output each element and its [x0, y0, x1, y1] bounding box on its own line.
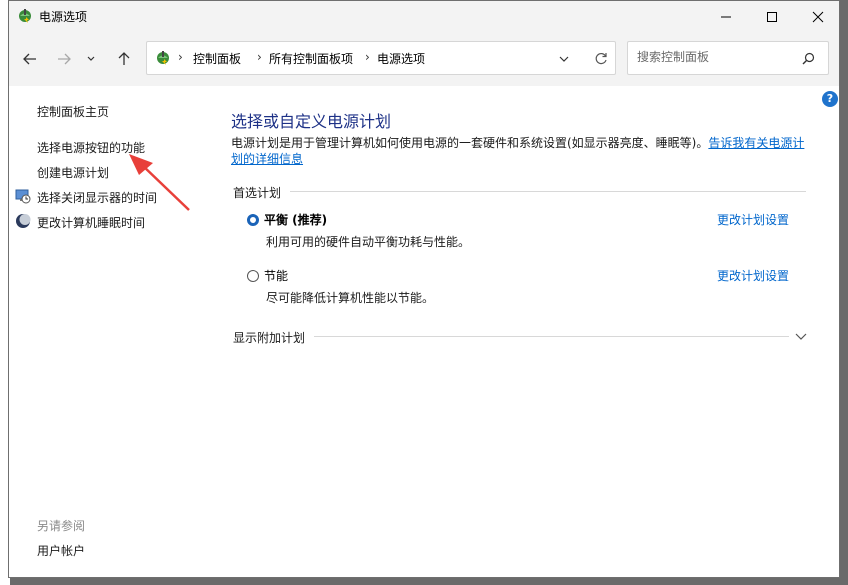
see-also-heading: 另请参阅 — [37, 517, 85, 534]
plan-balanced-radio[interactable] — [247, 214, 259, 226]
additional-plans-heading[interactable]: 显示附加计划 — [233, 329, 305, 346]
minimize-button[interactable] — [703, 1, 749, 32]
monitor-clock-icon — [15, 188, 31, 204]
breadcrumb-control-panel[interactable]: 控制面板 — [193, 50, 241, 67]
learn-more-link-continued[interactable]: 划的详细信息 — [231, 152, 303, 166]
page-description: 电源计划是用于管理计算机如何使用电源的一套硬件和系统设置(如显示器亮度、睡眠等)… — [231, 135, 811, 167]
window-title: 电源选项 — [39, 8, 87, 25]
breadcrumb-all-items[interactable]: 所有控制面板项 — [269, 50, 353, 67]
title-bar: 电源选项 — [9, 1, 839, 32]
see-also-user-accounts[interactable]: 用户帐户 — [37, 542, 85, 559]
arrow-left-icon — [22, 51, 38, 67]
up-button[interactable] — [110, 45, 138, 73]
page-title: 选择或自定义电源计划 — [231, 108, 391, 132]
close-button[interactable] — [795, 1, 840, 32]
search-box[interactable] — [627, 41, 829, 75]
navigation-bar: › 控制面板 › 所有控制面板项 › 电源选项 — [9, 32, 839, 86]
moon-icon — [15, 213, 31, 229]
search-input[interactable] — [637, 50, 797, 64]
sidebar-link-create-plan[interactable]: 创建电源计划 — [37, 164, 109, 181]
breadcrumb-separator-icon: › — [257, 50, 262, 64]
plan-power-saver-name[interactable]: 节能 — [264, 267, 288, 284]
chevron-down-icon[interactable] — [795, 332, 807, 342]
sidebar-home-link[interactable]: 控制面板主页 — [37, 103, 109, 120]
plan-power-saver-description: 尽可能降低计算机性能以节能。 — [266, 289, 434, 306]
plan-power-saver-settings-link[interactable]: 更改计划设置 — [717, 267, 789, 284]
description-text: 电源计划是用于管理计算机如何使用电源的一套硬件和系统设置(如显示器亮度、睡眠等)… — [231, 136, 708, 150]
sidebar-link-sleep-time[interactable]: 更改计算机睡眠时间 — [37, 214, 145, 231]
section-divider — [314, 336, 789, 337]
control-panel-icon — [155, 50, 171, 66]
arrow-right-icon — [56, 51, 72, 67]
preferred-plans-heading: 首选计划 — [233, 184, 281, 201]
search-icon[interactable] — [802, 52, 815, 65]
power-options-icon — [17, 8, 33, 24]
recent-locations-button[interactable] — [81, 45, 101, 73]
plan-balanced-name[interactable]: 平衡 (推荐) — [264, 211, 327, 228]
annotation-arrow — [119, 151, 194, 216]
content-area: 控制面板主页 选择电源按钮的功能 创建电源计划 选择关闭显示器的时间 更改计算机… — [9, 86, 839, 578]
arrow-up-icon — [116, 51, 132, 67]
breadcrumb-separator-icon: › — [365, 50, 370, 64]
maximize-icon — [766, 11, 778, 23]
plan-balanced-settings-link[interactable]: 更改计划设置 — [717, 211, 789, 228]
back-button[interactable] — [16, 45, 44, 73]
close-icon — [812, 11, 824, 23]
chevron-down-icon — [86, 54, 96, 64]
power-options-window: 电源选项 › — [8, 0, 840, 578]
forward-button[interactable] — [50, 45, 78, 73]
chevron-down-icon[interactable] — [559, 54, 569, 64]
address-bar[interactable]: › 控制面板 › 所有控制面板项 › 电源选项 — [146, 41, 616, 75]
plan-balanced-description: 利用可用的硬件自动平衡功耗与性能。 — [266, 233, 470, 250]
refresh-icon[interactable] — [594, 52, 608, 66]
breadcrumb-power-options[interactable]: 电源选项 — [377, 50, 425, 67]
minimize-icon — [720, 11, 732, 23]
help-button[interactable]: ? — [822, 91, 838, 107]
section-divider — [290, 191, 806, 192]
maximize-button[interactable] — [749, 1, 795, 32]
learn-more-link[interactable]: 告诉我有关电源计 — [708, 136, 804, 150]
plan-power-saver-radio[interactable] — [247, 270, 259, 282]
breadcrumb-separator-icon: › — [178, 50, 183, 64]
